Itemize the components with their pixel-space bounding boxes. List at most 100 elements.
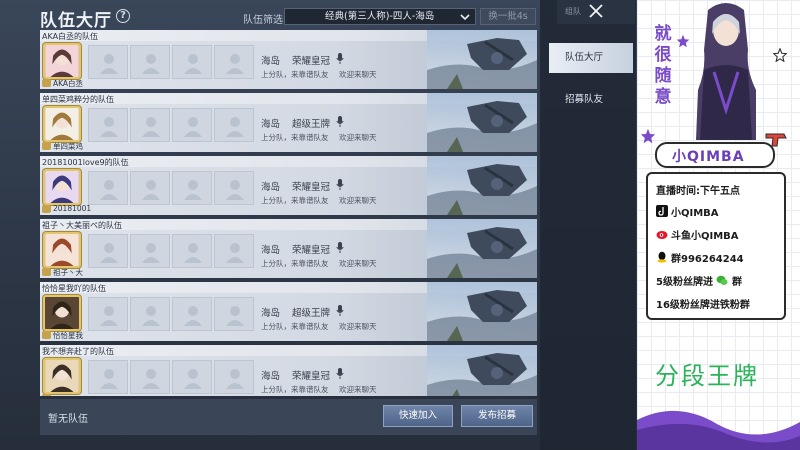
refresh-batch-button[interactable]: 换一批4s (480, 8, 536, 25)
fan-group-5: 5级粉丝牌进 群 (656, 273, 742, 288)
tab-recruit-teammates[interactable]: 招募队友 (549, 85, 633, 115)
empty-member-slot[interactable] (172, 360, 212, 394)
leader-avatar[interactable] (43, 295, 81, 331)
user-placeholder-icon (100, 306, 118, 326)
microphone-icon (336, 305, 344, 316)
empty-member-slot[interactable] (88, 45, 128, 79)
empty-member-slot[interactable] (214, 360, 254, 394)
map-name: 海岛 (261, 371, 281, 382)
empty-member-slot[interactable] (172, 297, 212, 331)
empty-member-slot[interactable] (130, 234, 170, 268)
user-placeholder-icon (184, 306, 202, 326)
qq-icon (657, 251, 667, 263)
user-placeholder-icon (100, 180, 118, 200)
team-note: 欢迎来聊天 (339, 385, 377, 394)
team-name: AKA白丞的队伍 (42, 32, 99, 41)
empty-member-slot[interactable] (130, 360, 170, 394)
weibo-icon (656, 231, 668, 239)
user-placeholder-icon (100, 243, 118, 263)
streamer-name: 小QIMBA (672, 149, 745, 165)
overlay-vertical-text: 就很随意 (654, 24, 672, 107)
fan-group-16: 16级粉丝牌进铁粉群 (656, 300, 750, 311)
quick-join-button[interactable]: 快速加入 (383, 405, 453, 427)
map-name: 海岛 (261, 308, 281, 319)
map-name: 海岛 (261, 182, 281, 193)
empty-member-slot[interactable] (88, 297, 128, 331)
team-note: 欢迎来聊天 (339, 70, 377, 79)
empty-member-slot[interactable] (214, 171, 254, 205)
empty-member-slot[interactable] (130, 297, 170, 331)
star-icon (640, 128, 656, 144)
map-name: 海岛 (261, 245, 281, 256)
leader-name: 祖子丶大 (53, 268, 83, 277)
rank-name: 荣耀皇冠 (292, 245, 331, 256)
empty-member-slot[interactable] (88, 108, 128, 142)
user-placeholder-icon (184, 243, 202, 263)
empty-member-slot[interactable] (172, 234, 212, 268)
user-placeholder-icon (184, 369, 202, 389)
rank-name: 荣耀皇冠 (292, 182, 331, 193)
team-description: 上分队，来靠谱队友 (261, 196, 329, 205)
leader-avatar[interactable] (43, 232, 81, 268)
empty-member-slot[interactable] (172, 171, 212, 205)
team-name: 单四菜鸡粹分的队伍 (42, 95, 114, 104)
team-name: 20181001love9的队伍 (42, 158, 129, 167)
team-row[interactable]: 我不想奔赴了的队伍 海岛 荣耀皇冠 上分队，来靠谱队友 欢迎来聊天 (40, 345, 537, 396)
empty-team-text: 暂无队伍 (48, 414, 88, 425)
user-placeholder-icon (142, 306, 160, 326)
empty-member-slot[interactable] (130, 108, 170, 142)
fan-group-5-text: 5级粉丝牌进 (656, 277, 713, 288)
team-note: 欢迎来聊天 (339, 322, 377, 331)
team-name: 我不想奔赴了的队伍 (42, 347, 114, 356)
rank-name: 荣耀皇冠 (292, 371, 331, 382)
leader-name: 单四菜鸡 (53, 142, 83, 151)
leader-avatar[interactable] (43, 43, 81, 79)
microphone-icon (336, 242, 344, 253)
rank-name: 超级王牌 (292, 119, 331, 130)
map-scene-image (427, 219, 537, 278)
user-placeholder-icon (226, 54, 244, 74)
map-scene-image (427, 156, 537, 215)
user-placeholder-icon (142, 117, 160, 137)
close-icon[interactable] (588, 3, 604, 19)
team-note: 欢迎来聊天 (339, 259, 377, 268)
fan-group-5-suffix: 群 (731, 277, 742, 288)
tab-team-hall[interactable]: 队伍大厅 (549, 43, 633, 73)
leader-avatar[interactable] (43, 169, 81, 205)
leader-avatar[interactable] (43, 106, 81, 142)
microphone-icon (336, 53, 344, 64)
rank-name: 超级王牌 (292, 308, 331, 319)
team-description: 上分队，来靠谱队友 (261, 133, 329, 142)
empty-member-slot[interactable] (214, 297, 254, 331)
team-row[interactable]: 单四菜鸡粹分的队伍 单四菜鸡 海岛 超级王牌 上分队，来靠谱队友 欢迎来聊天 (40, 93, 537, 152)
user-placeholder-icon (184, 117, 202, 137)
user-placeholder-icon (226, 243, 244, 263)
help-icon[interactable]: ? (116, 9, 130, 23)
empty-member-slot[interactable] (172, 108, 212, 142)
empty-member-slot[interactable] (172, 45, 212, 79)
tier-badge-icon (42, 79, 51, 87)
tier-badge-icon (42, 268, 51, 276)
empty-member-slot[interactable] (88, 360, 128, 394)
team-row[interactable]: 恰恰星我吖的队伍 恰恰星我 海岛 超级王牌 上分队，来靠谱队友 欢迎来聊天 (40, 282, 537, 341)
empty-member-slot[interactable] (130, 171, 170, 205)
filter-label: 队伍筛选 (243, 15, 283, 26)
map-name: 海岛 (261, 56, 281, 67)
team-row[interactable]: 20181001love9的队伍 20181001 海岛 荣耀皇冠 上分队，来靠谱队友 欢… (40, 156, 537, 215)
leader-avatar[interactable] (43, 358, 81, 394)
team-row[interactable]: AKA白丞的队伍 AKA白丞 海岛 荣耀皇冠 上分队，来靠谱队友 欢迎来聊天 (40, 30, 537, 89)
wechat-icon (716, 275, 728, 285)
team-description: 上分队，来靠谱队友 (261, 322, 329, 331)
empty-member-slot[interactable] (214, 108, 254, 142)
team-description: 上分队，来靠谱队友 (261, 259, 329, 268)
user-placeholder-icon (100, 117, 118, 137)
empty-member-slot[interactable] (214, 234, 254, 268)
team-filter-select[interactable]: 经典(第三人称)-四人-海岛 (284, 8, 476, 25)
empty-member-slot[interactable] (214, 45, 254, 79)
empty-member-slot[interactable] (130, 45, 170, 79)
empty-member-slot[interactable] (88, 171, 128, 205)
publish-recruit-button[interactable]: 发布招募 (461, 405, 533, 427)
team-row[interactable]: 祖子丶大美丽ペ的队伍 祖子丶大 海岛 荣耀皇冠 上分队，来靠谱队友 欢迎来聊天 (40, 219, 537, 278)
empty-member-slot[interactable] (88, 234, 128, 268)
user-placeholder-icon (100, 54, 118, 74)
